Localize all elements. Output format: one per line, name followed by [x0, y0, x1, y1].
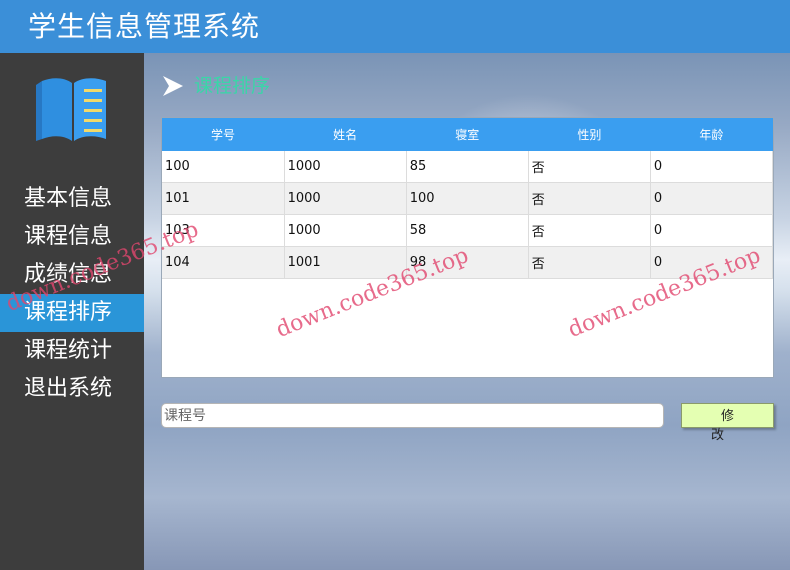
sidebar-item-course-sort[interactable]: 课程排序 [0, 294, 144, 332]
column-header[interactable]: 年龄 [650, 118, 773, 151]
table-cell[interactable]: 0 [650, 151, 774, 183]
table-cell[interactable]: 否 [528, 214, 651, 247]
table-cell[interactable]: 1000 [284, 151, 407, 183]
table-row[interactable]: 101 1000 100 否 0 [162, 182, 774, 215]
table-row[interactable]: 103 1000 58 否 0 [162, 214, 774, 247]
sidebar-item-course-info[interactable]: 课程信息 [0, 218, 144, 256]
table-cell[interactable]: 104 [162, 246, 285, 279]
table-cell[interactable]: 85 [406, 151, 529, 183]
course-number-input[interactable] [161, 403, 664, 428]
book-icon [36, 78, 106, 141]
table-cell[interactable]: 否 [528, 246, 651, 279]
app-title: 学生信息管理系统 [28, 10, 261, 43]
table-cell[interactable]: 1001 [284, 246, 407, 279]
table-cell[interactable]: 98 [406, 246, 529, 279]
table-cell[interactable]: 1000 [284, 182, 407, 215]
data-grid[interactable]: 学号 姓名 寝室 性别 年龄 100 1000 85 否 0 101 1000 [161, 117, 774, 378]
column-header[interactable]: 学号 [162, 118, 285, 151]
table-cell[interactable]: 0 [650, 182, 774, 215]
title-bar: 学生信息管理系统 [0, 0, 790, 53]
table-cell[interactable]: 101 [162, 182, 285, 215]
column-header[interactable]: 姓名 [284, 118, 407, 151]
table-cell[interactable]: 1000 [284, 214, 407, 247]
arrow-right-icon [163, 76, 183, 96]
table-cell[interactable]: 0 [650, 214, 774, 247]
column-header[interactable]: 性别 [528, 118, 651, 151]
sidebar-item-basic-info[interactable]: 基本信息 [0, 180, 144, 218]
sidebar-item-grade-info[interactable]: 成绩信息 [0, 256, 144, 294]
table-cell[interactable]: 103 [162, 214, 285, 247]
section-title: 课程排序 [194, 75, 271, 97]
table-cell[interactable]: 否 [528, 182, 651, 215]
sidebar-nav: 基本信息 课程信息 成绩信息 课程排序 课程统计 退出系统 [0, 180, 144, 408]
sidebar: 基本信息 课程信息 成绩信息 课程排序 课程统计 退出系统 [0, 53, 144, 570]
table-cell[interactable]: 100 [406, 182, 529, 215]
table-header-row: 学号 姓名 寝室 性别 年龄 [162, 118, 773, 151]
table-cell[interactable]: 58 [406, 214, 529, 247]
sidebar-item-exit[interactable]: 退出系统 [0, 370, 144, 408]
table-cell[interactable]: 否 [528, 151, 651, 183]
sidebar-item-course-stats[interactable]: 课程统计 [0, 332, 144, 370]
modify-button[interactable]: 修改 [681, 403, 774, 443]
column-header[interactable]: 寝室 [406, 118, 529, 151]
table-row[interactable]: 104 1001 98 否 0 [162, 246, 774, 279]
main-panel: 课程排序 学号 姓名 寝室 性别 年龄 100 1000 85 否 0 101 … [144, 53, 790, 570]
table-cell[interactable]: 100 [162, 151, 285, 183]
table-cell[interactable]: 0 [650, 246, 774, 279]
table-row[interactable]: 100 1000 85 否 0 [162, 151, 774, 183]
